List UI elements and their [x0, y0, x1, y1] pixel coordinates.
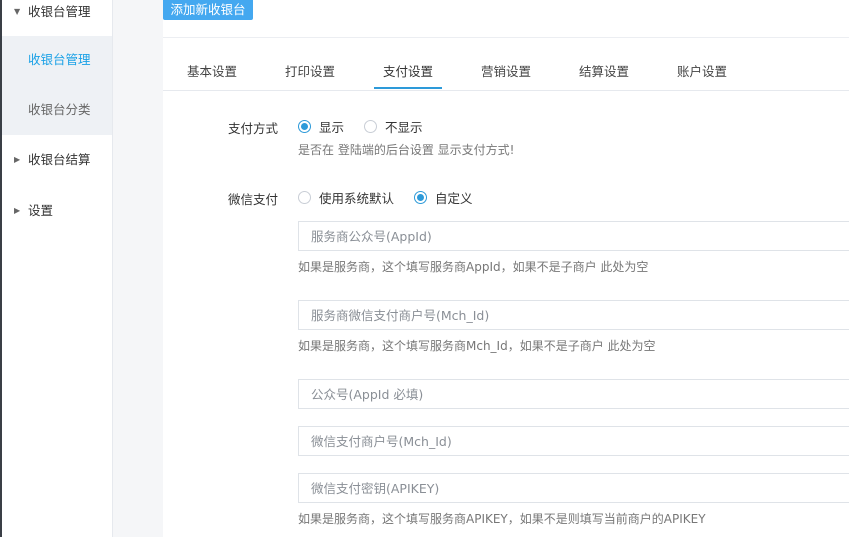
add-cashier-button[interactable]: 添加新收银台 — [163, 0, 253, 20]
tab-settlement-settings[interactable]: 结算设置 — [567, 54, 641, 89]
sidebar-group-cashier-management[interactable]: ▼ 收银台管理 — [2, 0, 112, 27]
chevron-down-icon: ▼ — [14, 7, 21, 16]
sidebar-item-label: 收银台分类 — [28, 102, 91, 117]
sidebar-group-settings[interactable]: ▶ 设置 — [2, 196, 112, 226]
sidebar-item-cashier-management[interactable]: 收银台管理 — [2, 36, 112, 84]
wechat-pay-label: 微信支付 — [227, 192, 278, 207]
sidebar-group-label: 设置 — [28, 203, 54, 218]
chevron-right-icon: ▶ — [14, 155, 21, 164]
sidebar-item-label: 收银台管理 — [28, 52, 91, 67]
sidebar: ▼ 收银台管理 收银台管理 收银台分类 ▶ 收银台结算 ▶ 设置 — [2, 0, 113, 537]
wechat-mch-id-input[interactable] — [298, 426, 849, 456]
sidebar-group-label: 收银台管理 — [28, 4, 91, 19]
radio-system-default[interactable] — [298, 191, 311, 204]
settings-tabs: 基本设置 打印设置 支付设置 营销设置 结算设置 账户设置 — [163, 54, 849, 91]
provider-mch-id-hint: 如果是服务商，这个填写服务商Mch_Id，如果不是子商户 此处为空 — [298, 339, 656, 353]
divider — [163, 37, 849, 38]
wechat-pay-radio-group: 使用系统默认 自定义 — [298, 188, 493, 207]
wechat-apikey-input[interactable] — [298, 473, 849, 503]
sidebar-group-cashier-settlement[interactable]: ▶ 收银台结算 — [2, 145, 112, 175]
official-account-appid-input[interactable] — [298, 379, 849, 409]
payment-method-hint: 是否在 登陆端的后台设置 显示支付方式! — [298, 143, 515, 157]
sidebar-submenu: 收银台管理 收银台分类 — [2, 36, 112, 135]
sidebar-item-cashier-category[interactable]: 收银台分类 — [2, 86, 112, 134]
radio-show[interactable] — [298, 120, 311, 133]
wechat-apikey-hint: 如果是服务商，这个填写服务商APIKEY，如果不是则填写当前商户的APIKEY — [298, 512, 706, 526]
tab-payment-settings[interactable]: 支付设置 — [374, 54, 442, 89]
tab-account-settings[interactable]: 账户设置 — [665, 54, 739, 89]
radio-custom[interactable] — [414, 191, 428, 204]
payment-method-radio-group: 显示 不显示 — [298, 117, 443, 136]
tab-print-settings[interactable]: 打印设置 — [273, 54, 347, 89]
radio-hide-label[interactable]: 不显示 — [385, 117, 423, 136]
sidebar-group-label: 收银台结算 — [28, 152, 91, 167]
radio-system-default-label[interactable]: 使用系统默认 — [319, 188, 394, 207]
radio-custom-label[interactable]: 自定义 — [435, 188, 473, 207]
main-panel: 添加新收银台 基本设置 打印设置 支付设置 营销设置 结算设置 账户设置 支付方… — [163, 0, 849, 537]
provider-appid-input[interactable] — [298, 221, 849, 251]
provider-appid-hint: 如果是服务商，这个填写服务商AppId，如果不是子商户 此处为空 — [298, 260, 649, 274]
provider-mch-id-input[interactable] — [298, 300, 849, 330]
tab-basic-settings[interactable]: 基本设置 — [175, 54, 249, 89]
chevron-right-icon: ▶ — [14, 206, 21, 215]
payment-method-label: 支付方式 — [227, 121, 278, 136]
radio-hide[interactable] — [364, 120, 378, 133]
tab-marketing-settings[interactable]: 营销设置 — [469, 54, 543, 89]
radio-show-label[interactable]: 显示 — [319, 117, 344, 136]
